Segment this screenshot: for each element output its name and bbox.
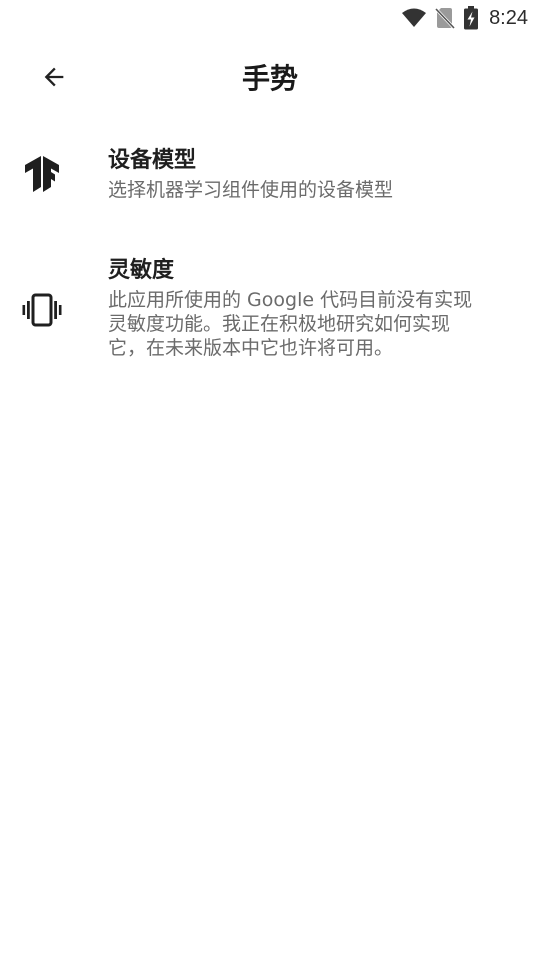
gestures-settings-screen: 8:24 手势 设备模型 选择机器学习组件使用的设备模型 灵敏度 此应用所使用的… bbox=[0, 0, 540, 960]
preference-title: 灵敏度 bbox=[108, 258, 175, 283]
status-bar: 8:24 bbox=[0, 0, 540, 36]
battery-charging-icon bbox=[463, 6, 479, 30]
preference-summary: 选择机器学习组件使用的设备模型 bbox=[108, 179, 394, 201]
status-clock: 8:24 bbox=[489, 6, 528, 29]
status-icons: 8:24 bbox=[401, 4, 528, 32]
preference-summary: 此应用所使用的 Google 代码目前没有实现 灵敏度功能。我正在积极地研究如何… bbox=[108, 288, 510, 360]
preference-device-model[interactable]: 设备模型 选择机器学习组件使用的设备模型 bbox=[0, 134, 540, 244]
summary-line: 它，在未来版本中它也许将可用。 bbox=[108, 337, 394, 359]
wifi-icon bbox=[401, 7, 427, 29]
preference-title: 设备模型 bbox=[108, 148, 197, 173]
no-sim-icon bbox=[435, 7, 456, 29]
page-title: 手势 bbox=[241, 62, 298, 95]
tensorflow-icon bbox=[22, 154, 62, 194]
summary-line: 灵敏度功能。我正在积极地研究如何实现 bbox=[108, 313, 451, 335]
preference-sensitivity[interactable]: 灵敏度 此应用所使用的 Google 代码目前没有实现 灵敏度功能。我正在积极地… bbox=[0, 244, 540, 374]
preference-text: 灵敏度 此应用所使用的 Google 代码目前没有实现 灵敏度功能。我正在积极地… bbox=[108, 256, 510, 360]
summary-line: 此应用所使用的 Google 代码目前没有实现 bbox=[108, 289, 473, 311]
preference-text: 设备模型 选择机器学习组件使用的设备模型 bbox=[108, 146, 510, 202]
preference-list: 设备模型 选择机器学习组件使用的设备模型 灵敏度 此应用所使用的 Google … bbox=[0, 134, 540, 359]
app-bar: 手势 bbox=[0, 44, 540, 114]
vibration-icon bbox=[22, 290, 62, 330]
